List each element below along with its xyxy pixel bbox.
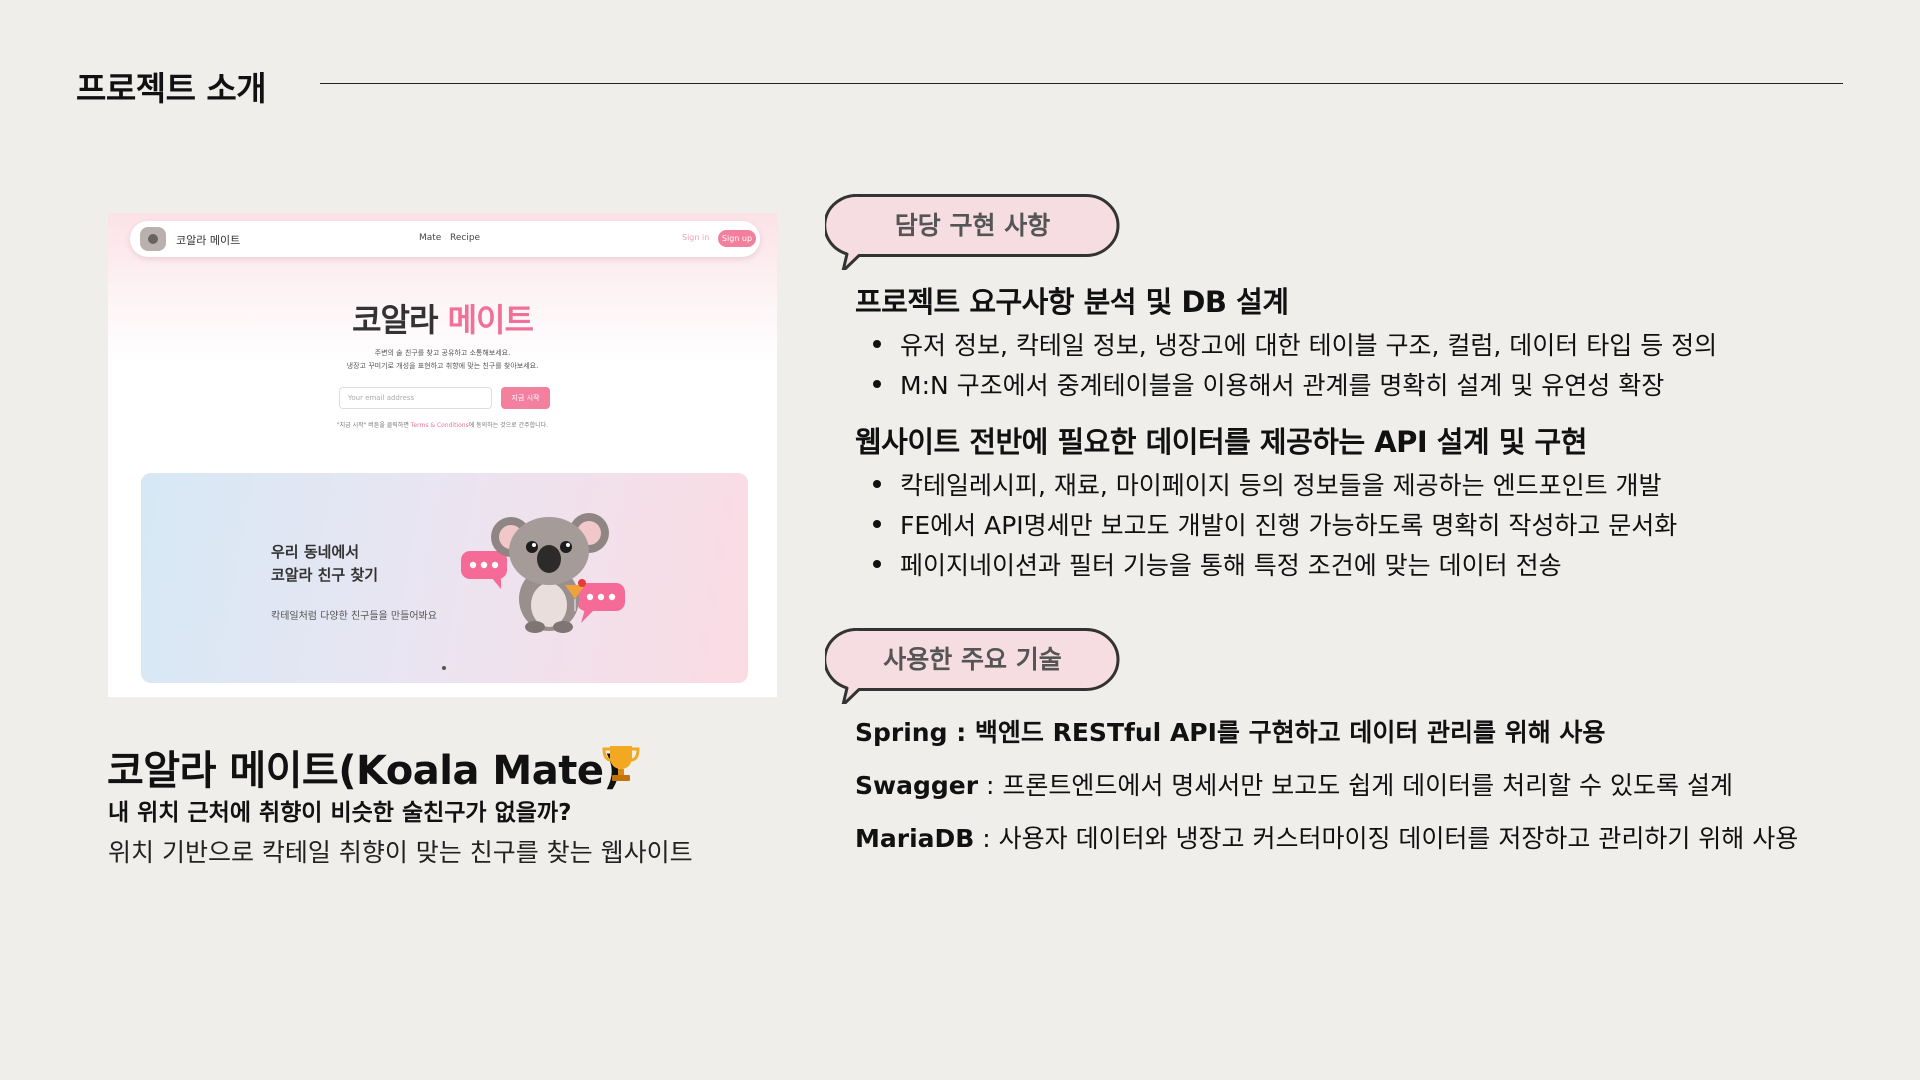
screenshot-sign-in: Sign in bbox=[682, 233, 710, 242]
screenshot-hero-sub-2: 냉장고 꾸미기로 개성을 표현하고 취향에 맞는 친구를 찾아보세요. bbox=[346, 362, 539, 370]
list-item: 유저 정보, 칵테일 정보, 냉장고에 대한 테이블 구조, 컬럼, 데이터 타… bbox=[873, 326, 1717, 362]
screenshot-banner: 우리 동네에서 코알라 친구 찾기 칵테일처럼 다양한 친구들을 만들어봐요 bbox=[141, 473, 748, 683]
bullet-text: FE에서 API명세만 보고도 개발이 진행 가능하도록 명확히 작성하고 문서… bbox=[900, 511, 1678, 540]
tech-item-spring: Spring : 백엔드 RESTful API를 구현하고 데이터 관리를 위… bbox=[855, 713, 1605, 749]
project-description: 위치 기반으로 칵테일 취향이 맞는 친구를 찾는 웹사이트 bbox=[108, 838, 693, 867]
banner-heading: 우리 동네에서 코알라 친구 찾기 bbox=[271, 541, 378, 587]
terms-link: Terms & Conditions bbox=[410, 422, 469, 429]
tech-desc: : 프론트엔드에서 명세서만 보고도 쉽게 데이터를 처리할 수 있도록 설계 bbox=[978, 771, 1733, 800]
banner-line-1: 우리 동네에서 bbox=[271, 543, 360, 561]
hero-title-part-1: 코알라 bbox=[352, 301, 438, 339]
koala-mascot-icon bbox=[461, 513, 625, 633]
section-heading-api: 웹사이트 전반에 필요한 데이터를 제공하는 API 설계 및 구현 bbox=[855, 425, 1587, 459]
screenshot-start-button: 지금 시작 bbox=[501, 387, 550, 409]
project-title: 코알라 메이트(Koala Mate) bbox=[107, 748, 622, 794]
list-item: M:N 구조에서 중계테이블을 이용해서 관계를 명확히 설계 및 유연성 확장 bbox=[873, 366, 1664, 402]
bullet-text: 페이지네이션과 필터 기능을 통해 특정 조건에 맞는 데이터 전송 bbox=[900, 551, 1562, 580]
trophy-icon bbox=[602, 746, 640, 781]
hero-title-part-2: 메이트 bbox=[447, 301, 534, 339]
carousel-indicator bbox=[442, 666, 446, 670]
screenshot-hero: 코알라 메이트 주변의 술 친구를 찾고 공유하고 소통해보세요. 냉장고 꾸미… bbox=[108, 295, 777, 373]
banner-line-2: 코알라 친구 찾기 bbox=[271, 566, 379, 584]
list-item: FE에서 API명세만 보고도 개발이 진행 가능하도록 명확히 작성하고 문서… bbox=[873, 506, 1677, 542]
tech-desc: : 백엔드 RESTful API를 구현하고 데이터 관리를 위해 사용 bbox=[947, 718, 1606, 747]
bullet-text: 칵테일레시피, 재료, 마이페이지 등의 정보들을 제공하는 엔드포인트 개발 bbox=[900, 471, 1662, 500]
tech-name: MariaDB bbox=[855, 824, 975, 853]
koala-logo-icon bbox=[140, 227, 166, 251]
title-divider bbox=[320, 83, 1843, 84]
screenshot-hero-sub-1: 주변의 술 친구를 찾고 공유하고 소통해보세요. bbox=[374, 349, 511, 357]
screenshot-terms: "지금 시작" 버튼을 클릭하면 Terms & Conditions에 동의하… bbox=[108, 420, 777, 429]
list-item: 페이지네이션과 필터 기능을 통해 특정 조건에 맞는 데이터 전송 bbox=[873, 546, 1562, 582]
list-item: 칵테일레시피, 재료, 마이페이지 등의 정보들을 제공하는 엔드포인트 개발 bbox=[873, 466, 1662, 502]
screenshot-nav-recipe: Recipe bbox=[450, 233, 481, 243]
screenshot-nav-mate: Mate bbox=[419, 233, 442, 243]
screenshot-signup-form: Your email address 지금 시작 bbox=[339, 387, 553, 409]
bullet-text: 유저 정보, 칵테일 정보, 냉장고에 대한 테이블 구조, 컬럼, 데이터 타… bbox=[900, 331, 1718, 360]
tech-label: 사용한 주요 기술 bbox=[883, 645, 1062, 674]
screenshot-brand: 코알라 메이트 bbox=[176, 234, 241, 247]
screenshot-hero-title: 코알라 메이트 bbox=[108, 295, 777, 341]
project-question: 내 위치 근처에 취향이 비슷한 술친구가 없을까? bbox=[108, 800, 572, 826]
tech-item-swagger: Swagger : 프론트엔드에서 명세서만 보고도 쉽게 데이터를 처리할 수… bbox=[855, 766, 1733, 802]
tech-name: Spring bbox=[855, 718, 948, 747]
terms-pre: "지금 시작" 버튼을 클릭하면 bbox=[336, 422, 409, 429]
responsibilities-label: 담당 구현 사항 bbox=[894, 211, 1051, 240]
screenshot-email-field: Your email address bbox=[339, 387, 492, 409]
screenshot-navbar: 코알라 메이트 Mate Recipe Sign in Sign up bbox=[130, 221, 760, 257]
tech-name: Swagger bbox=[855, 771, 979, 800]
banner-subtext: 칵테일처럼 다양한 친구들을 만들어봐요 bbox=[271, 611, 437, 622]
website-screenshot: 코알라 메이트 Mate Recipe Sign in Sign up 코알라 … bbox=[108, 213, 777, 697]
screenshot-sign-up: Sign up bbox=[718, 230, 756, 247]
tech-desc: : 사용자 데이터와 냉장고 커스터마이징 데이터를 저장하고 관리하기 위해 … bbox=[974, 824, 1799, 853]
bullet-text: M:N 구조에서 중계테이블을 이용해서 관계를 명확히 설계 및 유연성 확장 bbox=[900, 371, 1665, 400]
slide-title: 프로젝트 소개 bbox=[76, 69, 267, 108]
terms-post: 에 동의하는 것으로 간주합니다. bbox=[468, 422, 549, 429]
tech-item-mariadb: MariaDB : 사용자 데이터와 냉장고 커스터마이징 데이터를 저장하고 … bbox=[855, 819, 1798, 855]
section-heading-db: 프로젝트 요구사항 분석 및 DB 설계 bbox=[855, 285, 1289, 319]
